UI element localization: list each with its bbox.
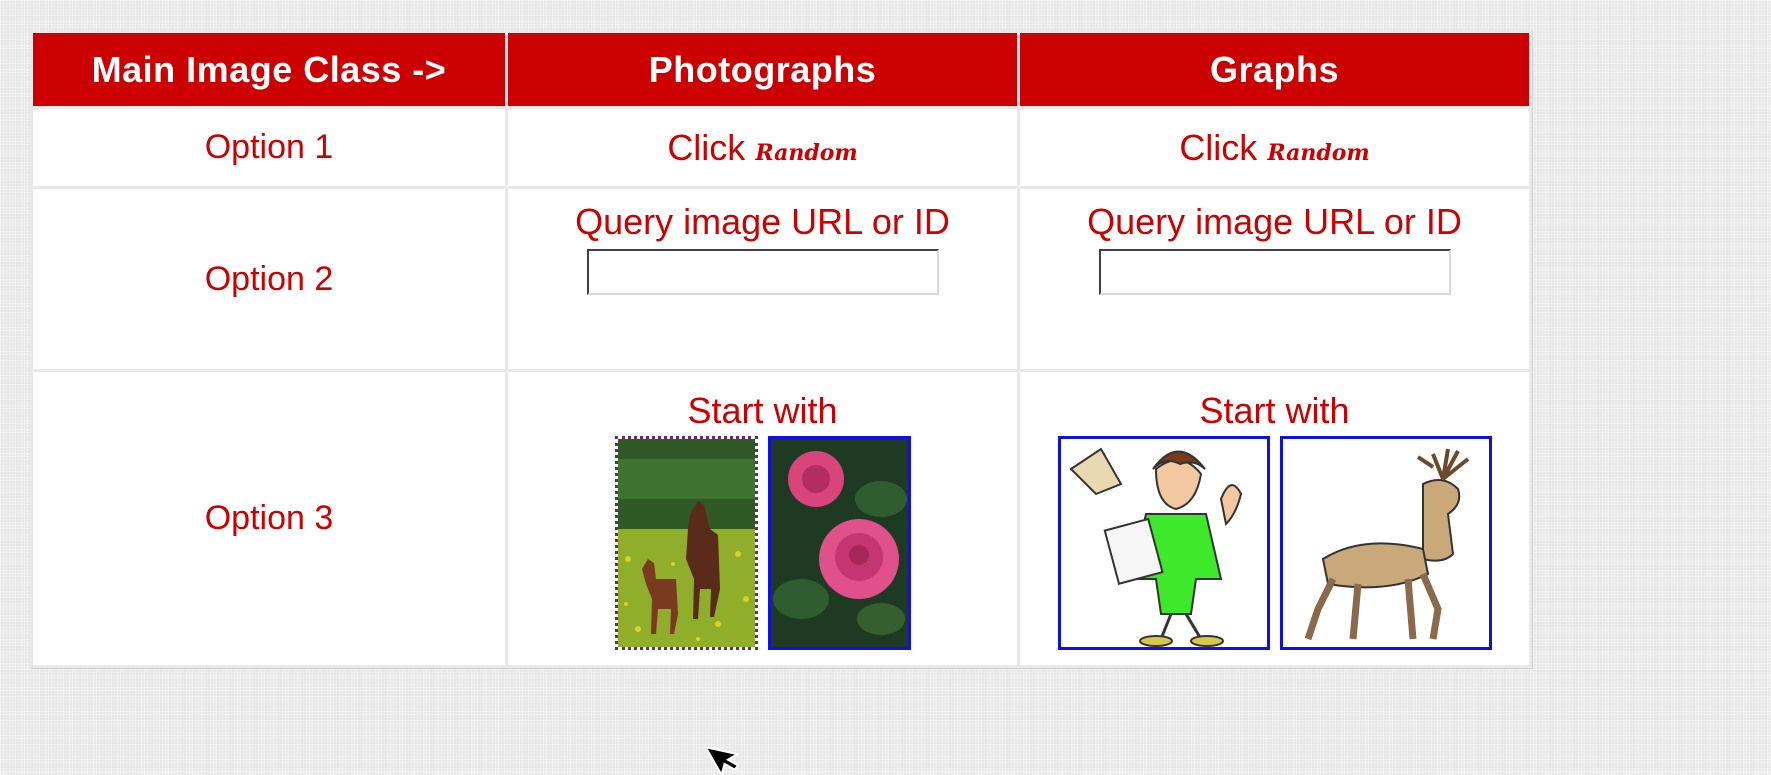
- option1-label: Option 1: [33, 109, 505, 186]
- graphs-query-input[interactable]: [1098, 249, 1451, 295]
- options-panel: Main Image Class -> Photographs Graphs O…: [30, 30, 1532, 668]
- option1-graphs-cell: Click Random: [1020, 109, 1529, 186]
- option2-graphs-cell: Query image URL or ID: [1020, 189, 1529, 369]
- header-main-image-class: Main Image Class ->: [33, 33, 505, 106]
- image-class-table: Main Image Class -> Photographs Graphs O…: [30, 30, 1532, 668]
- rose-photo-thumb[interactable]: [767, 436, 911, 650]
- header-row: Main Image Class -> Photographs Graphs: [33, 33, 1529, 106]
- graph-thumbs: [1020, 436, 1529, 650]
- woman-clipart-thumb[interactable]: [1057, 436, 1270, 650]
- option2-row: Option 2 Query image URL or ID Query ima…: [33, 189, 1529, 369]
- option3-label: Option 3: [33, 372, 505, 665]
- option1-row: Option 1 Click Random Click Random: [33, 109, 1529, 186]
- option3-row: Option 3 Start with Start with: [33, 372, 1529, 665]
- option2-photos-cell: Query image URL or ID: [508, 189, 1017, 369]
- photos-query-input[interactable]: [586, 249, 939, 295]
- deer-clipart-image: [1282, 439, 1489, 647]
- rose-photo-image: [770, 439, 908, 647]
- option3-graphs-cell: Start with: [1020, 372, 1529, 665]
- query-caption: Query image URL or ID: [575, 201, 950, 242]
- deer-clipart-thumb[interactable]: [1279, 436, 1492, 650]
- option3-photos-cell: Start with: [508, 372, 1017, 665]
- click-text: Click: [1179, 126, 1258, 168]
- header-graphs: Graphs: [1020, 33, 1529, 106]
- random-graphs-link[interactable]: Random: [1267, 140, 1369, 166]
- horses-photo-image: [617, 439, 755, 647]
- option2-label: Option 2: [33, 189, 505, 369]
- header-photographs: Photographs: [508, 33, 1017, 106]
- mouse-cursor-icon: [708, 745, 741, 775]
- woman-clipart-image: [1060, 439, 1267, 647]
- start-with-caption: Start with: [1199, 390, 1350, 431]
- click-text: Click: [667, 126, 746, 168]
- random-photos-link[interactable]: Random: [755, 140, 857, 166]
- query-caption: Query image URL or ID: [1087, 201, 1462, 242]
- horses-photo-thumb[interactable]: [614, 436, 758, 650]
- option1-photos-cell: Click Random: [508, 109, 1017, 186]
- photo-thumbs: [508, 436, 1017, 650]
- start-with-caption: Start with: [687, 390, 838, 431]
